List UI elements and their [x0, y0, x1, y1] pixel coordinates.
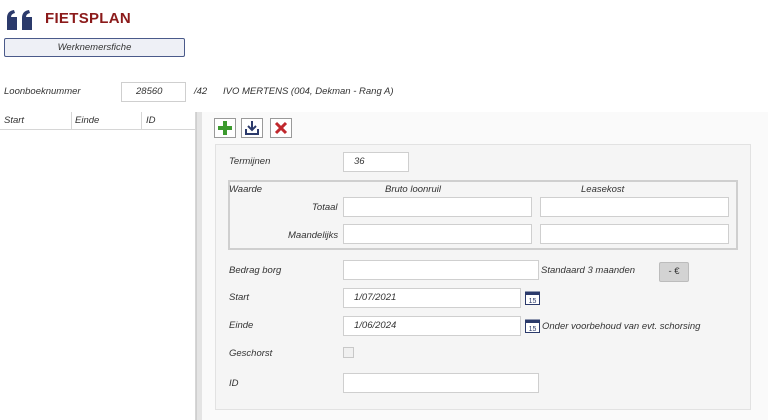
termijnen-input[interactable]: 36: [343, 152, 409, 172]
column-id[interactable]: ID: [146, 115, 156, 126]
maandelijks-label: Maandelijks: [288, 230, 339, 241]
einde-label: Einde: [229, 320, 254, 331]
plus-icon: [218, 121, 232, 135]
download-icon: [245, 121, 259, 135]
calendar-day: 15: [529, 326, 537, 333]
totaal-label: Totaal: [312, 202, 338, 213]
calendar-icon[interactable]: 15: [525, 318, 540, 333]
calendar-icon[interactable]: 15: [525, 290, 540, 305]
bedrag-borg-input[interactable]: [343, 260, 539, 280]
start-date-input[interactable]: 1/07/2021: [343, 288, 521, 308]
totaal-leasekost-input[interactable]: [540, 197, 729, 217]
quote-logo-icon: [7, 10, 32, 30]
id-input[interactable]: [343, 373, 539, 393]
geschorst-label: Geschorst: [229, 348, 273, 359]
id-label: ID: [229, 378, 239, 389]
einde-note: Onder voorbehoud van evt. schorsing: [542, 321, 701, 332]
maandelijks-bruto-input[interactable]: [343, 224, 532, 244]
bedrag-borg-label: Bedrag borg: [229, 265, 282, 276]
euro-button[interactable]: - €: [659, 262, 689, 282]
waarde-label: Waarde: [229, 184, 263, 195]
column-start[interactable]: Start: [4, 115, 24, 126]
column-einde[interactable]: Einde: [75, 115, 99, 126]
loonboeknummer-suffix: /42: [194, 86, 208, 97]
leasekost-header: Leasekost: [581, 184, 625, 195]
add-button[interactable]: [214, 118, 236, 138]
fietsplan-list[interactable]: Start Einde ID: [0, 112, 196, 420]
calendar-day: 15: [529, 298, 537, 305]
totaal-bruto-input[interactable]: [343, 197, 532, 217]
bruto-loonruil-header: Bruto loonruil: [385, 184, 441, 195]
delete-button[interactable]: [270, 118, 292, 138]
geschorst-checkbox[interactable]: [343, 347, 354, 358]
maandelijks-leasekost-input[interactable]: [540, 224, 729, 244]
tab-werknemersfiche[interactable]: Werknemersfiche: [4, 38, 185, 57]
start-label: Start: [229, 292, 250, 303]
employee-name: IVO MERTENS (004, Dekman - Rang A): [223, 86, 394, 97]
download-button[interactable]: [241, 118, 263, 138]
einde-date-input[interactable]: 1/06/2024: [343, 316, 521, 336]
app-title: FIETSPLAN: [45, 10, 132, 27]
close-icon: [274, 121, 288, 135]
loonboeknummer-label: Loonboeknummer: [4, 86, 81, 97]
loonboeknummer-input[interactable]: 28560: [121, 82, 186, 102]
bedrag-borg-hint: Standaard 3 maanden: [541, 265, 636, 276]
termijnen-label: Termijnen: [229, 156, 271, 167]
list-header: Start Einde ID: [0, 112, 196, 130]
